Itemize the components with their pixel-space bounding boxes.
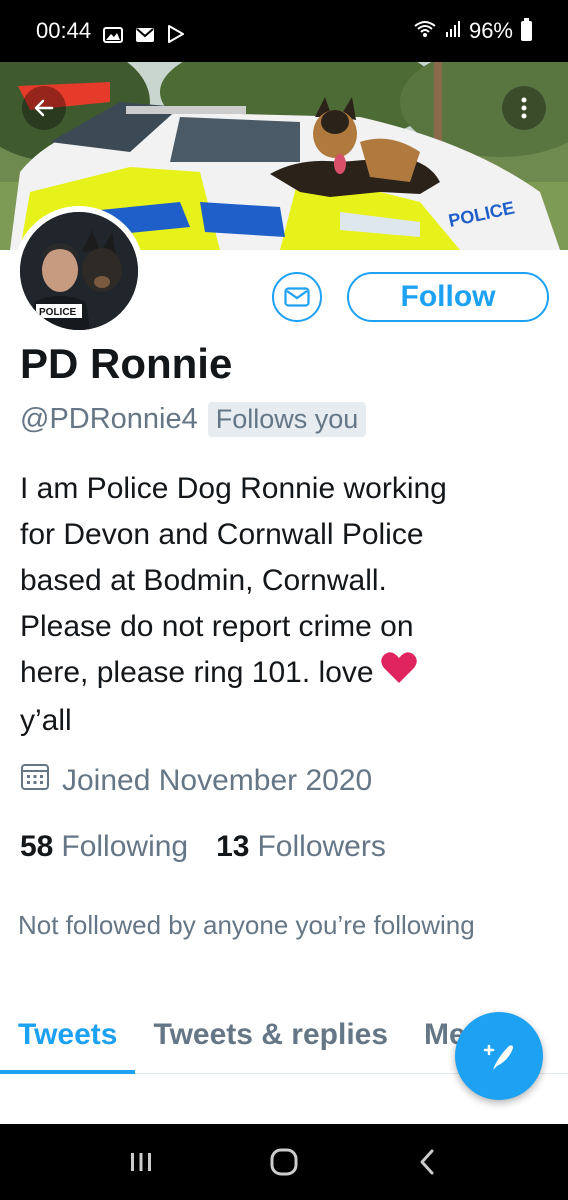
recent-apps-icon <box>131 1153 152 1171</box>
followers-label: Followers <box>257 830 386 863</box>
home-button[interactable] <box>254 1132 314 1192</box>
calendar-icon <box>20 762 50 800</box>
followers-stat[interactable]: 13 Followers <box>216 830 386 864</box>
avatar[interactable]: POLICE <box>14 206 144 336</box>
back-arrow-icon <box>34 99 54 117</box>
bio-line: y’all <box>20 704 72 738</box>
bio-line: Please do not report crime on <box>20 610 414 643</box>
following-stat[interactable]: 58 Following <box>20 830 188 864</box>
bio: I am Police Dog Ronnie working for Devon… <box>20 466 540 744</box>
home-icon <box>270 1148 298 1176</box>
signal-icon <box>445 18 461 44</box>
compose-tweet-button[interactable] <box>455 1012 543 1100</box>
tab-tweets-and-replies[interactable]: Tweets & replies <box>135 1008 406 1074</box>
bio-line: for Devon and Cornwall Police <box>20 518 424 551</box>
display-name: PD Ronnie <box>20 340 233 387</box>
play-store-icon <box>167 23 187 43</box>
follows-you-badge: Follows you <box>207 402 367 437</box>
status-bar: 00:44 96% <box>0 0 568 62</box>
gallery-icon <box>103 23 124 43</box>
system-nav-bar <box>0 1124 568 1200</box>
stats-row: 58 Following 13 Followers <box>20 830 386 864</box>
followers-count: 13 <box>216 830 250 863</box>
recent-apps-button[interactable] <box>111 1132 171 1192</box>
mail-icon <box>135 23 155 42</box>
heart-icon <box>380 650 418 698</box>
tab-tweets[interactable]: Tweets <box>0 1008 136 1074</box>
envelope-icon <box>284 287 310 307</box>
handle: @PDRonnie4 <box>20 403 198 435</box>
status-time: 00:44 <box>36 18 92 43</box>
battery-icon <box>521 18 532 41</box>
following-label: Following <box>61 830 189 863</box>
joined-date: Joined November 2020 <box>62 764 373 797</box>
joined-row: Joined November 2020 <box>20 762 372 800</box>
back-chevron-icon <box>420 1149 434 1175</box>
not-followed-text: Not followed by anyone you’re following <box>18 910 475 940</box>
bio-line: I am Police Dog Ronnie working <box>20 472 447 505</box>
back-nav-button[interactable] <box>397 1132 457 1192</box>
handle-row: @PDRonnie4 Follows you <box>20 402 367 437</box>
more-vertical-icon <box>521 97 527 119</box>
bio-line: based at Bodmin, Cornwall. <box>20 564 387 597</box>
compose-feather-icon <box>483 1044 513 1070</box>
wifi-icon <box>413 18 437 44</box>
follow-button[interactable]: Follow <box>347 272 549 322</box>
battery-percent: 96% <box>468 18 513 43</box>
message-button[interactable] <box>272 272 322 322</box>
following-count: 58 <box>20 830 54 863</box>
svg-text:POLICE: POLICE <box>39 307 77 318</box>
more-options-button[interactable] <box>502 86 546 130</box>
bio-line-with-heart: here, please ring 101. love <box>20 650 540 698</box>
bio-line: here, please ring 101. love <box>20 656 374 689</box>
back-button[interactable] <box>22 86 66 130</box>
